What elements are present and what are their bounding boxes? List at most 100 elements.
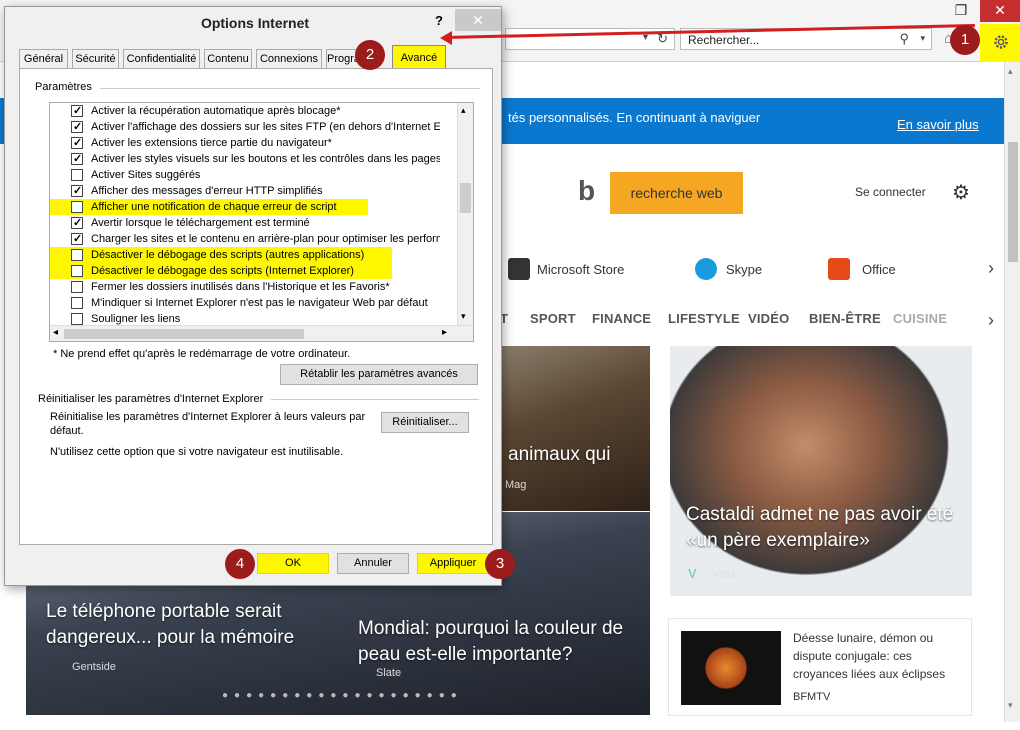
quicklink-store[interactable]: Microsoft Store bbox=[537, 262, 624, 277]
article-source: Voici bbox=[712, 568, 736, 580]
checkbox[interactable] bbox=[71, 183, 83, 199]
carousel-dots[interactable]: ●●●●●●●●●●●●●●●●●●●● bbox=[222, 690, 463, 701]
settings-list[interactable]: Activer la récupération automatique aprè… bbox=[49, 102, 474, 342]
skype-icon[interactable] bbox=[695, 258, 717, 280]
setting-label: Fermer les dossiers inutilisés dans l'Hi… bbox=[91, 281, 390, 293]
restore-button[interactable]: ❐ bbox=[946, 0, 976, 22]
scroll-down-icon[interactable]: ▾ bbox=[461, 311, 466, 322]
scroll-left-icon[interactable]: ◂ bbox=[53, 327, 58, 338]
tab-connections[interactable]: Connexions bbox=[256, 49, 322, 69]
help-icon[interactable]: ? bbox=[435, 13, 443, 28]
category-finance[interactable]: FINANCE bbox=[592, 311, 651, 326]
tools-gear-highlight[interactable] bbox=[980, 24, 1020, 62]
dialog-title: Options Internet bbox=[200, 15, 310, 31]
article-card-eclipse[interactable]: Déesse lunaire, démon ou dispute conjuga… bbox=[668, 618, 972, 716]
signin-link[interactable]: Se connecter bbox=[855, 185, 926, 199]
page-scrollbar[interactable]: ▴ ▾ bbox=[1004, 62, 1020, 722]
checkbox[interactable] bbox=[71, 119, 83, 135]
tab-privacy[interactable]: Confidentialité bbox=[123, 49, 200, 69]
settings-icon[interactable]: ⚙ bbox=[952, 180, 970, 205]
apply-button[interactable]: Appliquer bbox=[417, 553, 489, 574]
scroll-up-icon[interactable]: ▴ bbox=[1008, 66, 1013, 77]
search-placeholder: Rechercher... bbox=[688, 33, 760, 47]
office-icon[interactable] bbox=[828, 258, 850, 280]
cancel-button[interactable]: Annuler bbox=[337, 553, 409, 574]
checkbox[interactable] bbox=[71, 103, 83, 119]
restore-advanced-button[interactable]: Rétablir les paramètres avancés bbox=[280, 364, 478, 385]
setting-label: Activer la récupération automatique aprè… bbox=[91, 105, 341, 117]
reset-button[interactable]: Réinitialiser... bbox=[381, 412, 469, 433]
setting-label: Désactiver le débogage des scripts (Inte… bbox=[91, 265, 354, 277]
article-source: Gentside bbox=[72, 661, 117, 673]
list-vertical-scrollbar[interactable]: ▴ ▾ bbox=[457, 103, 473, 326]
reset-section-title: Réinitialiser les paramètres d'Internet … bbox=[38, 393, 264, 405]
setting-label: M'indiquer si Internet Explorer n'est pa… bbox=[91, 297, 428, 309]
checkbox[interactable] bbox=[71, 201, 83, 213]
divider bbox=[100, 88, 480, 89]
setting-row-script-error[interactable]: Afficher une notification de chaque erre… bbox=[50, 199, 368, 215]
cookie-banner-text: tés personnalisés. En continuant à navig… bbox=[508, 110, 761, 125]
tab-security[interactable]: Sécurité bbox=[72, 49, 119, 69]
article-card-castaldi[interactable]: Castaldi admet ne pas avoir été «un père… bbox=[670, 346, 972, 596]
setting-row[interactable]: Afficher des messages d'erreur HTTP simp… bbox=[50, 183, 440, 199]
category-cuisine[interactable]: CUISINE bbox=[893, 311, 947, 326]
category-sport[interactable]: SPORT bbox=[530, 311, 576, 326]
chevron-right-icon[interactable]: › bbox=[988, 258, 994, 279]
setting-row[interactable]: Avertir lorsque le téléchargement est te… bbox=[50, 215, 440, 231]
checkbox[interactable] bbox=[71, 297, 83, 309]
setting-label: Activer les styles visuels sur les bouto… bbox=[91, 153, 440, 165]
setting-row-debug-ie[interactable]: Désactiver le débogage des scripts (Inte… bbox=[50, 263, 392, 279]
search-icon[interactable]: ⚲ bbox=[899, 31, 909, 47]
setting-label: Charger les sites et le contenu en arriè… bbox=[91, 233, 440, 245]
gear-icon[interactable] bbox=[992, 33, 1010, 51]
scroll-thumb[interactable] bbox=[64, 329, 304, 339]
checkbox[interactable] bbox=[71, 231, 83, 247]
checkbox[interactable] bbox=[71, 215, 83, 231]
store-icon[interactable] bbox=[508, 258, 530, 280]
setting-row-debug-other[interactable]: Désactiver le débogage des scripts (autr… bbox=[50, 247, 392, 263]
checkbox[interactable] bbox=[71, 249, 83, 261]
category-bien-etre[interactable]: BIEN-ÊTRE bbox=[809, 311, 881, 326]
article-card-animals[interactable]: animaux qui Mag bbox=[500, 346, 650, 511]
checkbox[interactable] bbox=[71, 313, 83, 325]
category-video[interactable]: VIDÉO bbox=[748, 311, 789, 326]
list-horizontal-scrollbar[interactable]: ◂ ▸ bbox=[50, 325, 473, 341]
category-lifestyle[interactable]: LIFESTYLE bbox=[668, 311, 740, 326]
setting-row[interactable]: Activer Sites suggérés bbox=[50, 167, 440, 183]
step-badge-1: 1 bbox=[950, 25, 980, 55]
dialog-close-button[interactable]: ✕ bbox=[455, 9, 501, 31]
chevron-right-icon[interactable]: › bbox=[988, 310, 994, 331]
web-search-button[interactable]: recherche web bbox=[610, 172, 743, 214]
tab-content[interactable]: Contenu bbox=[204, 49, 252, 69]
eclipse-image bbox=[681, 631, 781, 705]
checkbox[interactable] bbox=[71, 265, 83, 277]
scroll-thumb[interactable] bbox=[1008, 142, 1018, 262]
setting-label: Activer les extensions tierce partie du … bbox=[91, 137, 332, 149]
scroll-thumb[interactable] bbox=[460, 183, 471, 213]
checkbox[interactable] bbox=[71, 169, 83, 181]
checkbox[interactable] bbox=[71, 151, 83, 167]
window-close-button[interactable]: ✕ bbox=[980, 0, 1020, 22]
scroll-up-icon[interactable]: ▴ bbox=[461, 105, 466, 116]
learn-more-link[interactable]: En savoir plus bbox=[897, 117, 979, 132]
setting-row[interactable]: Activer les styles visuels sur les bouto… bbox=[50, 151, 440, 167]
article-caption: Castaldi admet ne pas avoir été «un père… bbox=[686, 504, 954, 551]
setting-row[interactable]: Activer l'affichage des dossiers sur les… bbox=[50, 119, 440, 135]
quicklink-skype[interactable]: Skype bbox=[726, 262, 762, 277]
setting-row[interactable]: M'indiquer si Internet Explorer n'est pa… bbox=[50, 295, 440, 311]
setting-row[interactable]: Fermer les dossiers inutilisés dans l'Hi… bbox=[50, 279, 440, 295]
setting-label: Avertir lorsque le téléchargement est te… bbox=[91, 217, 310, 229]
quicklink-office[interactable]: Office bbox=[862, 262, 896, 277]
checkbox[interactable] bbox=[71, 135, 83, 151]
tab-advanced[interactable]: Avancé bbox=[392, 45, 446, 70]
scroll-right-icon[interactable]: ▸ bbox=[442, 327, 447, 338]
checkbox[interactable] bbox=[71, 281, 83, 293]
ok-button[interactable]: OK bbox=[257, 553, 329, 574]
setting-row[interactable]: Charger les sites et le contenu en arriè… bbox=[50, 231, 440, 247]
scroll-down-icon[interactable]: ▾ bbox=[1008, 700, 1013, 711]
search-dropdown-icon[interactable]: ▾ bbox=[920, 33, 925, 44]
restart-note: * Ne prend effet qu'après le redémarrage… bbox=[53, 348, 351, 360]
tab-general[interactable]: Général bbox=[19, 49, 68, 69]
setting-row[interactable]: Activer les extensions tierce partie du … bbox=[50, 135, 440, 151]
setting-row[interactable]: Activer la récupération automatique aprè… bbox=[50, 103, 440, 119]
